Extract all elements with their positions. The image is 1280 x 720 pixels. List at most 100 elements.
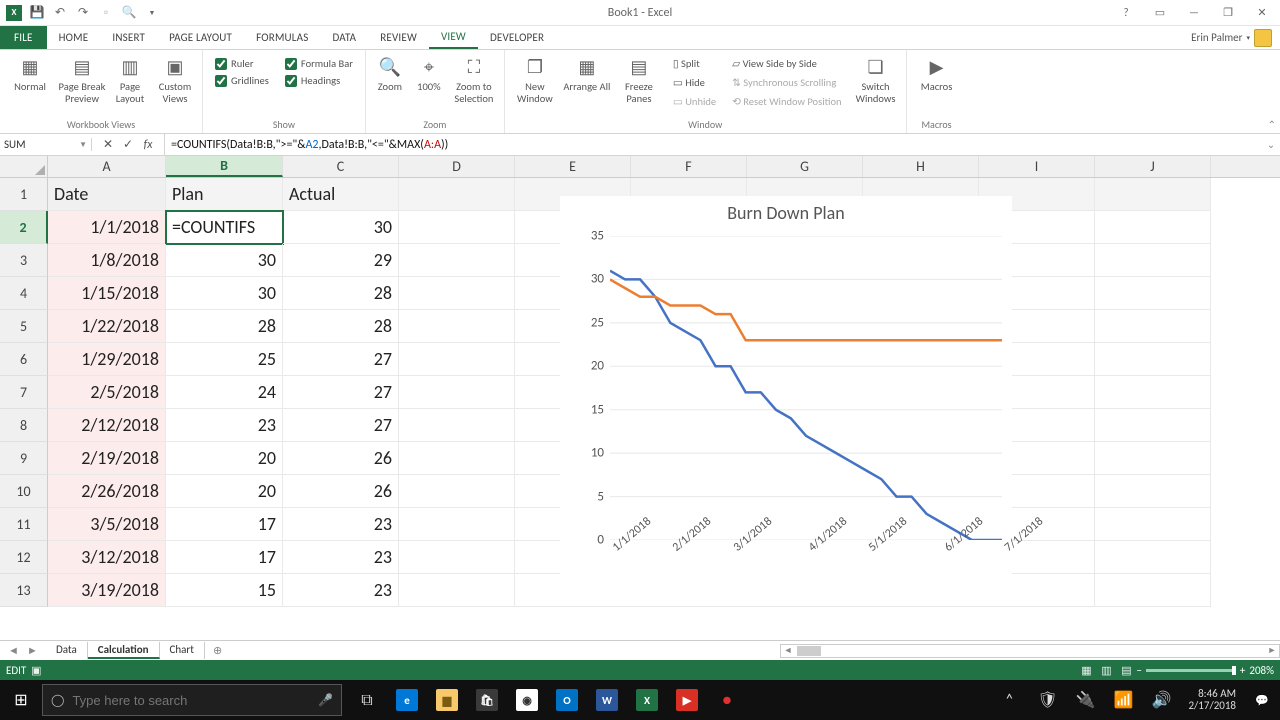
expand-formula-bar-icon[interactable]: ⌄ [1262, 138, 1280, 151]
action-center-icon[interactable]: 💬 [1244, 680, 1280, 720]
cell-B5[interactable]: 28 [166, 310, 283, 343]
hide-button[interactable]: ▭ Hide [673, 76, 716, 89]
zoom-control[interactable]: − + 208% [1136, 664, 1274, 677]
volume-icon[interactable]: 🔊 [1142, 680, 1180, 720]
zoom-100-button[interactable]: ⌖100% [412, 53, 446, 93]
cell-A3[interactable]: 1/8/2018 [48, 244, 166, 277]
file-explorer-icon[interactable]: ▆ [428, 680, 466, 720]
qat-customize-icon[interactable]: ▼ [142, 3, 162, 23]
row-header[interactable]: 5 [0, 310, 48, 343]
cell-B6[interactable]: 25 [166, 343, 283, 376]
ruler-checkbox[interactable]: Ruler [215, 57, 269, 70]
cell-J7[interactable] [1095, 376, 1211, 409]
row-header[interactable]: 2 [0, 211, 48, 244]
cell-B13[interactable]: 15 [166, 574, 283, 607]
cell-B12[interactable]: 17 [166, 541, 283, 574]
minimize-icon[interactable]: — [1180, 3, 1208, 23]
cell-J6[interactable] [1095, 343, 1211, 376]
column-header-H[interactable]: H [863, 156, 979, 177]
column-header-B[interactable]: B [166, 156, 283, 177]
mic-icon[interactable]: 🎤 [318, 693, 333, 708]
cell-C5[interactable]: 28 [283, 310, 399, 343]
row-header[interactable]: 6 [0, 343, 48, 376]
start-button[interactable]: ⊞ [0, 680, 42, 720]
sheet-nav[interactable]: ◄► [0, 644, 46, 657]
prev-sheet-icon[interactable]: ◄ [8, 644, 19, 657]
column-header-A[interactable]: A [48, 156, 166, 177]
formula-bar-checkbox[interactable]: Formula Bar [285, 57, 353, 70]
horizontal-scrollbar[interactable]: ◄► [780, 644, 1280, 658]
cell-D7[interactable] [399, 376, 515, 409]
row-header[interactable]: 10 [0, 475, 48, 508]
cell-C11[interactable]: 23 [283, 508, 399, 541]
cell-C12[interactable]: 23 [283, 541, 399, 574]
freeze-panes-button[interactable]: ▤Freeze Panes [615, 53, 663, 105]
tab-review[interactable]: REVIEW [368, 26, 429, 49]
burn-down-chart[interactable]: Burn Down Plan 05101520253035 1/1/20182/… [560, 196, 1012, 606]
cell-A5[interactable]: 1/22/2018 [48, 310, 166, 343]
enter-formula-icon[interactable]: ✓ [120, 137, 136, 152]
cell-B4[interactable]: 30 [166, 277, 283, 310]
cell-J5[interactable] [1095, 310, 1211, 343]
cell-A9[interactable]: 2/19/2018 [48, 442, 166, 475]
store-icon[interactable]: 🛍 [468, 680, 506, 720]
split-button[interactable]: ▯ Split [673, 57, 716, 70]
zoom-slider[interactable] [1146, 669, 1236, 672]
cell-A6[interactable]: 1/29/2018 [48, 343, 166, 376]
new-file-icon[interactable]: ▫ [96, 3, 116, 23]
normal-view-icon[interactable]: ▦ [1076, 663, 1096, 677]
cell-D1[interactable] [399, 178, 515, 211]
search-input[interactable] [72, 693, 310, 708]
wifi-icon[interactable]: 📶 [1104, 680, 1142, 720]
macro-record-icon[interactable]: ▣ [26, 663, 46, 677]
cell-B10[interactable]: 20 [166, 475, 283, 508]
page-break-preview-button[interactable]: ▤Page Break Preview [58, 53, 106, 105]
cell-J2[interactable] [1095, 211, 1211, 244]
cell-D2[interactable] [399, 211, 515, 244]
cell-B2[interactable]: =COUNTIFS [166, 211, 283, 244]
column-header-C[interactable]: C [283, 156, 399, 177]
row-header[interactable]: 8 [0, 409, 48, 442]
chrome-icon[interactable]: ◉ [508, 680, 546, 720]
cell-C8[interactable]: 27 [283, 409, 399, 442]
new-window-button[interactable]: ❐New Window [511, 53, 559, 105]
taskbar-search[interactable]: ◯ 🎤 [42, 684, 342, 716]
row-header[interactable]: 13 [0, 574, 48, 607]
excel-icon[interactable]: X [628, 680, 666, 720]
power-icon[interactable]: 🔌 [1066, 680, 1104, 720]
worksheet[interactable]: ABCDEFGHIJ 1DatePlanActual21/1/2018=COUN… [0, 156, 1280, 640]
name-box[interactable]: SUM▼ [0, 138, 92, 151]
cell-D4[interactable] [399, 277, 515, 310]
help-icon[interactable]: ? [1112, 3, 1140, 23]
column-header-G[interactable]: G [747, 156, 863, 177]
gridlines-checkbox[interactable]: Gridlines [215, 74, 269, 87]
zoom-out-icon[interactable]: − [1136, 664, 1141, 677]
restore-icon[interactable]: ❐ [1214, 3, 1242, 23]
row-header[interactable]: 7 [0, 376, 48, 409]
ribbon-options-icon[interactable]: ▭ [1146, 3, 1174, 23]
arrange-all-button[interactable]: ▦Arrange All [563, 53, 611, 93]
column-header-E[interactable]: E [515, 156, 631, 177]
recording-icon[interactable]: ● [708, 680, 746, 720]
cell-D8[interactable] [399, 409, 515, 442]
cell-D6[interactable] [399, 343, 515, 376]
edge-icon[interactable]: e [388, 680, 426, 720]
cell-A10[interactable]: 2/26/2018 [48, 475, 166, 508]
cell-D9[interactable] [399, 442, 515, 475]
tab-insert[interactable]: INSERT [100, 26, 157, 49]
zoom-in-icon[interactable]: + [1240, 664, 1245, 677]
cell-C3[interactable]: 29 [283, 244, 399, 277]
task-view-icon[interactable]: ⧉ [348, 680, 386, 720]
cell-B8[interactable]: 23 [166, 409, 283, 442]
save-icon[interactable]: 💾 [27, 3, 47, 23]
media-icon[interactable]: ▶ [668, 680, 706, 720]
cell-D11[interactable] [399, 508, 515, 541]
next-sheet-icon[interactable]: ► [27, 644, 38, 657]
cell-J4[interactable] [1095, 277, 1211, 310]
scroll-thumb[interactable] [797, 646, 821, 656]
row-header[interactable]: 4 [0, 277, 48, 310]
print-preview-icon[interactable]: 🔍 [119, 3, 139, 23]
undo-icon[interactable]: ↶ [50, 3, 70, 23]
cell-J8[interactable] [1095, 409, 1211, 442]
normal-view-button[interactable]: ▦Normal [6, 53, 54, 93]
